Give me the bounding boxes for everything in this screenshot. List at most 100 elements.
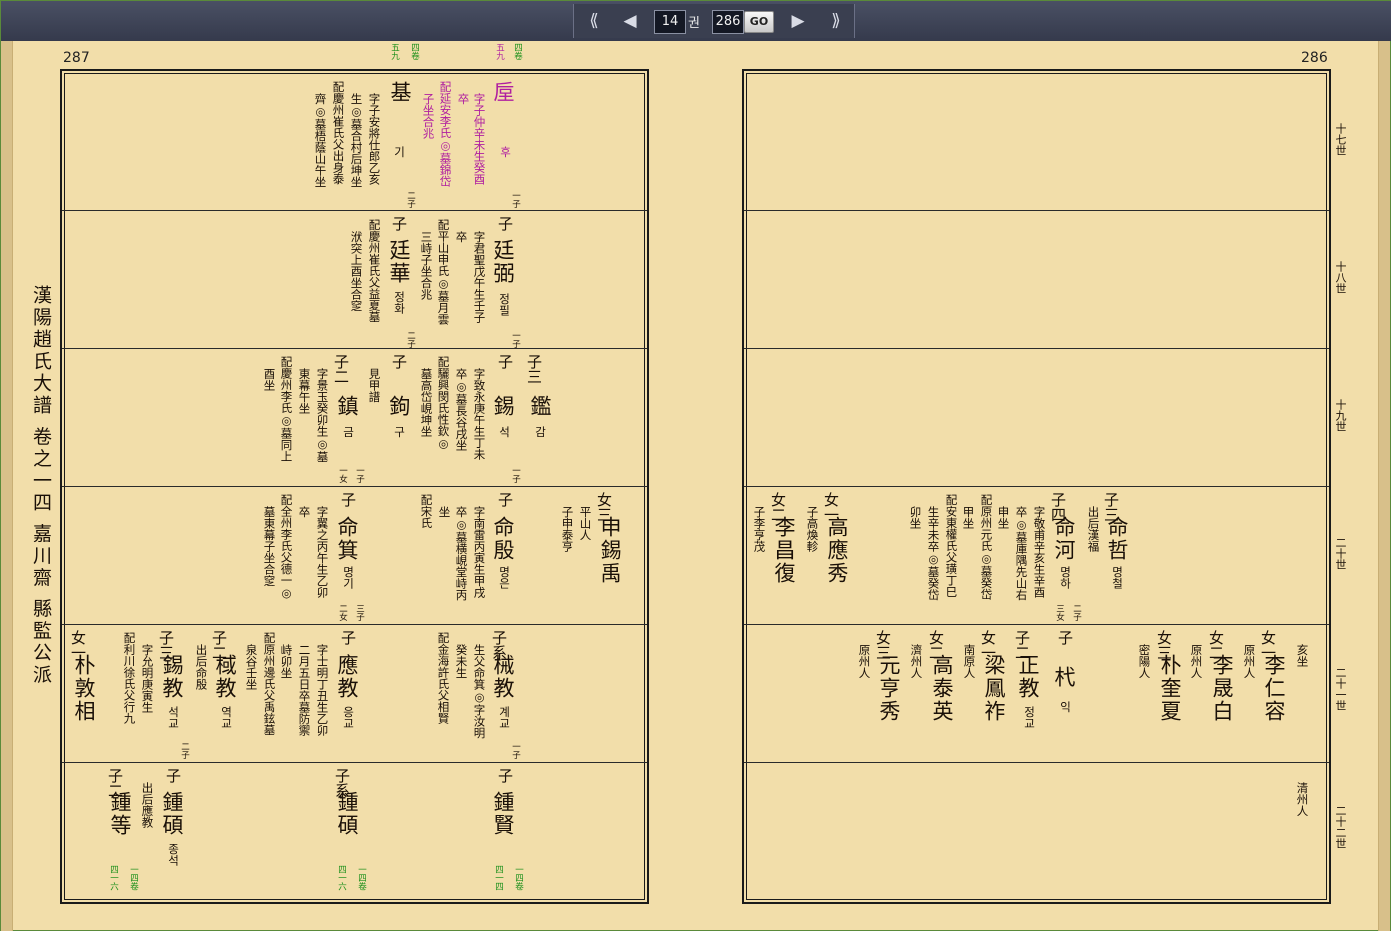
hangul-reading: 금: [341, 426, 356, 438]
person-name: 杙: [1052, 666, 1076, 689]
hangul-reading: 명은: [497, 566, 512, 589]
hangul-reading: 정교: [1022, 706, 1037, 729]
row-divider: [62, 486, 647, 487]
relation-tag: 子: [496, 216, 514, 231]
generation-label: 二十世: [1334, 537, 1347, 570]
page-input[interactable]: 286: [712, 10, 744, 34]
person-info: 密陽人: [1137, 644, 1152, 679]
volume-ref: 四卷: [409, 43, 420, 60]
person-info: 配金海許氏父相賢: [436, 632, 451, 724]
person-name: 申錫禹: [598, 516, 622, 585]
person-name: 李晟白: [1210, 654, 1234, 723]
relation-tag: 子二: [332, 354, 350, 384]
relation-tag: 子: [339, 492, 357, 507]
person-info: 卒: [454, 231, 469, 243]
person-info: 亥坐: [1295, 644, 1310, 667]
person-info: 卒◎墓長谷戌坐: [454, 368, 469, 451]
person-name: 垕: [491, 81, 515, 104]
person-name: 鉤: [387, 395, 411, 418]
person-info: 墓高岱峴坤坐: [419, 368, 434, 437]
person-info: 配全州李氏父德一◎: [279, 494, 294, 600]
person-info: 峙卯坐: [279, 644, 294, 679]
rank-note: 二子: [405, 191, 416, 208]
person-info: 生◎墓合村后坤坐: [349, 93, 364, 188]
volume-ref: 四一六: [336, 865, 347, 891]
person-info: 原州人: [857, 644, 872, 679]
row-divider: [744, 486, 1329, 487]
person-info: 坐: [437, 506, 452, 518]
person-info: 字景玉癸卯生◎墓: [315, 368, 330, 463]
volume-unit-label: 권: [688, 16, 700, 31]
relation-tag: 子: [390, 216, 408, 231]
volume-ref: 四一六: [108, 865, 119, 891]
first-page-button[interactable]: ⟪: [576, 8, 612, 34]
volume-ref: 四卷: [512, 43, 523, 60]
next-page-button[interactable]: ▶: [780, 8, 816, 34]
person-info: 齊◎墓梧蔭山午坐: [313, 93, 328, 188]
last-page-button[interactable]: ⟫: [818, 8, 854, 34]
rank-note: 一子: [510, 191, 521, 208]
person-info: 配安東權氏父璜丁巳: [944, 494, 959, 598]
hangul-reading: 감: [533, 426, 548, 438]
right-page-number: 286: [1301, 50, 1328, 66]
volume-ref: 五九: [494, 43, 505, 60]
double-right-icon: ⟫: [831, 11, 841, 31]
row-divider: [62, 624, 647, 625]
row-divider: [62, 210, 647, 211]
hangul-reading: 구: [392, 426, 407, 438]
person-info: 字子仲辛未生癸酉: [472, 93, 487, 185]
hangul-reading: 정필: [497, 293, 512, 316]
person-name: 廷弼: [491, 239, 515, 285]
person-name: 朴敦相: [72, 654, 96, 723]
relation-tag: 子: [339, 630, 357, 645]
person-info: 配延安李氏◎墓錦岱: [438, 81, 453, 187]
person-name: 鍾碩: [160, 791, 184, 837]
hangul-reading: 정화: [392, 291, 407, 314]
hangul-reading: 계교: [497, 706, 512, 729]
person-name: 鍾等: [108, 791, 132, 837]
person-name: 械教: [491, 654, 515, 700]
volume-input[interactable]: 14: [654, 10, 686, 34]
prev-page-button[interactable]: ◀: [612, 8, 648, 34]
rank-note: 二子: [179, 742, 190, 759]
person-info: 出后應教: [140, 782, 155, 828]
person-name: 鎮: [335, 395, 359, 418]
person-info: 原州人: [1242, 644, 1257, 679]
person-name: 李昌復: [772, 516, 796, 585]
person-info: 字子安將仕郎乙亥: [367, 93, 382, 185]
go-button[interactable]: GO: [744, 11, 774, 33]
hangul-reading: 익: [1058, 701, 1073, 713]
person-info: 墓東幕子坐合窆: [262, 506, 277, 587]
person-info: 申坐: [996, 506, 1011, 529]
person-info: 卒: [456, 93, 471, 105]
person-name: 錫: [491, 395, 515, 418]
rank-note: 二女: [337, 604, 348, 621]
rank-note: 三子: [354, 604, 365, 621]
person-info: 字南雷丙寅生甲戌: [472, 506, 487, 598]
person-info: 配原州邊氏父禹鉉墓: [262, 632, 277, 736]
person-name: 元亨秀: [877, 654, 901, 723]
right-arrow-icon: ▶: [791, 11, 805, 31]
double-left-icon: ⟪: [589, 11, 599, 31]
person-info: 字允明庚寅生: [140, 644, 155, 713]
person-name: 梁鳳祚: [982, 654, 1006, 723]
person-info: 生辛未卒◎墓癸岱: [926, 506, 941, 601]
person-name: 鍾賢: [491, 791, 515, 837]
rank-note: 一子: [510, 331, 521, 348]
hangul-reading: 석: [497, 426, 512, 438]
volume-ref: 五九: [389, 43, 400, 60]
hangul-reading: 후: [498, 146, 513, 158]
person-name: 鑑: [528, 395, 552, 418]
person-name: 朴奎夏: [1158, 654, 1182, 723]
page-navigator: ⟪ ◀ 14 권 286 GO ▶ ⟫: [573, 4, 855, 38]
left-page-frame: [60, 69, 649, 904]
person-info: 出后命殷: [194, 644, 209, 690]
person-info: 平山人: [578, 506, 593, 541]
rank-note: 一子: [510, 466, 521, 483]
person-info: 配宋氏: [419, 494, 434, 529]
rank-note: 一女: [337, 466, 348, 483]
hangul-reading: 명하: [1058, 566, 1073, 589]
hangul-reading: 명철: [1110, 566, 1125, 589]
hangul-reading: 역교: [219, 706, 234, 729]
person-info: 子坐合兆: [421, 93, 436, 139]
